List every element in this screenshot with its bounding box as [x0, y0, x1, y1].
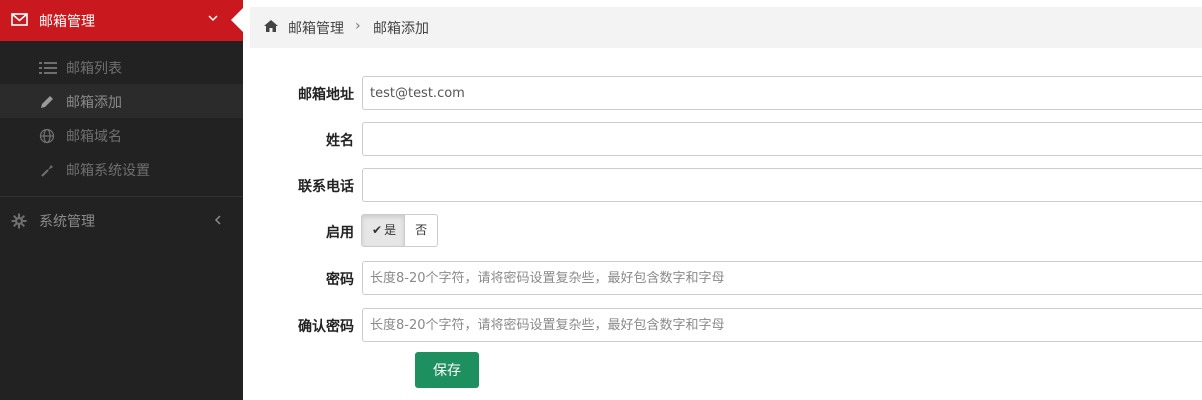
save-button[interactable]: 保存 [415, 352, 479, 388]
sidebar-item-system-management[interactable]: 系统管理 [0, 203, 243, 237]
enabled-no-option[interactable]: 否 [405, 215, 437, 246]
breadcrumb-current: 邮箱添加 [373, 21, 429, 37]
enabled-yes-option[interactable]: ✔ 是 [362, 215, 406, 246]
password-field[interactable] [362, 261, 1202, 295]
sidebar-item-mail-management[interactable]: 邮箱管理 [0, 0, 243, 41]
email-field[interactable] [362, 76, 1202, 110]
breadcrumb-parent[interactable]: 邮箱管理 [288, 18, 344, 38]
sidebar-item-label: 邮箱添加 [66, 95, 122, 111]
phone-field[interactable] [362, 168, 1202, 202]
sidebar-item-label: 邮箱列表 [66, 61, 122, 77]
enabled-no-label: 否 [415, 223, 428, 237]
email-label: 邮箱地址 [298, 87, 354, 103]
chevron-left-icon [214, 213, 222, 229]
confirm-password-field[interactable] [362, 308, 1202, 342]
password-label: 密码 [326, 272, 354, 288]
sidebar-item-label: 系统管理 [39, 214, 95, 230]
breadcrumb-separator: › [355, 18, 361, 34]
globe-icon [39, 128, 55, 144]
sidebar-item-mail-settings[interactable]: 邮箱系统设置 [0, 152, 243, 186]
sidebar: 邮箱管理 邮箱列表 邮箱添加 邮箱域名 邮箱系统设置 系统管理 [0, 0, 243, 400]
sidebar-item-label: 邮箱系统设置 [66, 163, 150, 179]
sidebar-item-mail-add[interactable]: 邮箱添加 [0, 84, 243, 118]
confirm-password-label: 确认密码 [298, 319, 354, 335]
name-field[interactable] [362, 122, 1202, 156]
list-icon [39, 60, 57, 76]
name-label: 姓名 [326, 133, 354, 149]
sidebar-divider [0, 196, 243, 197]
check-icon: ✔ [372, 223, 383, 237]
wrench-icon [39, 162, 55, 178]
sidebar-item-mail-domain[interactable]: 邮箱域名 [0, 118, 243, 152]
active-pointer [231, 8, 243, 32]
enabled-toggle: ✔ 是 否 [361, 214, 439, 247]
chevron-down-icon [208, 11, 218, 27]
sidebar-header-label: 邮箱管理 [39, 14, 95, 30]
phone-label: 联系电话 [298, 179, 354, 195]
mail-icon [11, 13, 28, 30]
enabled-label: 启用 [326, 225, 354, 241]
home-icon[interactable] [264, 20, 278, 36]
gear-icon [11, 213, 27, 233]
sidebar-item-label: 邮箱域名 [66, 129, 122, 145]
pencil-icon [39, 94, 55, 110]
sidebar-item-mail-list[interactable]: 邮箱列表 [0, 50, 243, 84]
enabled-yes-label: 是 [384, 223, 397, 237]
breadcrumb: 邮箱管理 › 邮箱添加 [250, 7, 1202, 48]
